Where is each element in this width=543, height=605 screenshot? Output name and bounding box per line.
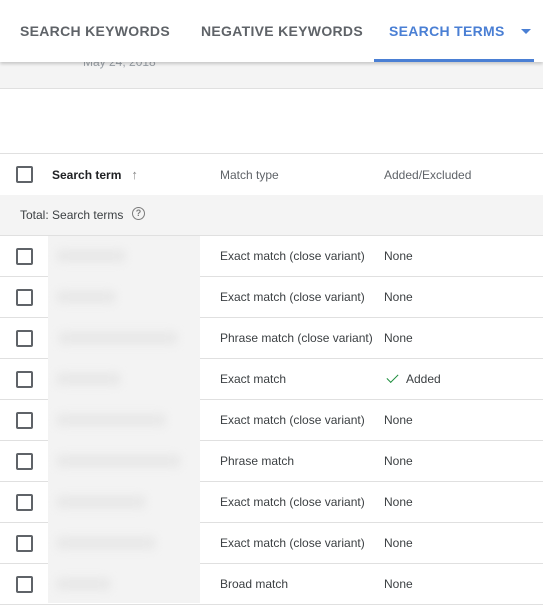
redacted-search-terms <box>48 236 200 603</box>
row-checkbox[interactable] <box>16 576 33 593</box>
added-status-cell: None <box>384 277 413 317</box>
added-status-text: None <box>384 454 413 468</box>
match-type-cell: Broad match <box>220 577 289 591</box>
added-status-cell: None <box>384 441 413 481</box>
match-type-cell: Phrase match (close variant) <box>220 331 373 345</box>
column-header-match-type[interactable]: Match type <box>220 154 279 195</box>
added-status-cell: Added <box>384 359 441 399</box>
total-row: Total: Search terms ? <box>0 195 543 236</box>
column-header-label: Search term <box>52 167 122 182</box>
added-status-cell: None <box>384 318 413 358</box>
match-type-cell: Exact match (close variant) <box>220 536 365 550</box>
dropdown-caret-icon[interactable] <box>520 28 531 34</box>
tab-search-terms[interactable]: SEARCH TERMS <box>389 0 531 62</box>
tab-label: SEARCH TERMS <box>389 23 505 39</box>
added-status-cell: None <box>384 564 413 604</box>
date-band <box>0 62 543 89</box>
row-checkbox[interactable] <box>16 371 33 388</box>
match-type-cell: Exact match (close variant) <box>220 413 365 427</box>
match-type-cell: Exact match <box>220 372 287 386</box>
added-status-text: None <box>384 331 413 345</box>
match-type-cell: Exact match (close variant) <box>220 495 365 509</box>
column-header-search-term[interactable]: Search term ↑ <box>52 154 138 195</box>
row-checkbox[interactable] <box>16 289 33 306</box>
added-status-cell: None <box>384 400 413 440</box>
row-checkbox[interactable] <box>16 412 33 429</box>
sort-ascending-icon[interactable]: ↑ <box>131 167 138 182</box>
match-type-cell: Phrase match <box>220 454 295 468</box>
tab-bar: SEARCH KEYWORDS NEGATIVE KEYWORDS SEARCH… <box>0 0 543 62</box>
added-status-text: None <box>384 413 413 427</box>
tab-label: SEARCH KEYWORDS <box>20 23 170 39</box>
added-status-text: None <box>384 290 413 304</box>
column-header-label: Match type <box>220 167 279 182</box>
column-header-added-excluded[interactable]: Added/Excluded <box>384 154 471 195</box>
added-status-text: None <box>384 577 413 591</box>
added-status-cell: None <box>384 523 413 563</box>
tab-search-keywords[interactable]: SEARCH KEYWORDS <box>20 0 170 62</box>
added-status-text: None <box>384 495 413 509</box>
row-checkbox[interactable] <box>16 494 33 511</box>
table-header: Search term ↑ Match type Added/Excluded <box>0 153 543 196</box>
match-type-cell: Exact match (close variant) <box>220 290 365 304</box>
tab-label: NEGATIVE KEYWORDS <box>201 23 363 39</box>
row-checkbox[interactable] <box>16 248 33 265</box>
total-label: Total: Search terms <box>20 208 124 222</box>
column-header-label: Added/Excluded <box>384 167 472 182</box>
match-type-cell: Exact match (close variant) <box>220 249 365 263</box>
help-icon[interactable]: ? <box>132 207 145 220</box>
added-status-text: None <box>384 249 413 263</box>
added-status-cell: None <box>384 236 413 276</box>
added-status-text: None <box>384 536 413 550</box>
tab-negative-keywords[interactable]: NEGATIVE KEYWORDS <box>201 0 363 62</box>
added-status-cell: None <box>384 482 413 522</box>
row-checkbox[interactable] <box>16 453 33 470</box>
added-status-text: Added <box>406 372 441 386</box>
select-all-checkbox[interactable] <box>16 166 33 183</box>
row-checkbox[interactable] <box>16 535 33 552</box>
active-tab-indicator <box>374 59 534 62</box>
check-icon <box>386 370 399 384</box>
row-checkbox[interactable] <box>16 330 33 347</box>
